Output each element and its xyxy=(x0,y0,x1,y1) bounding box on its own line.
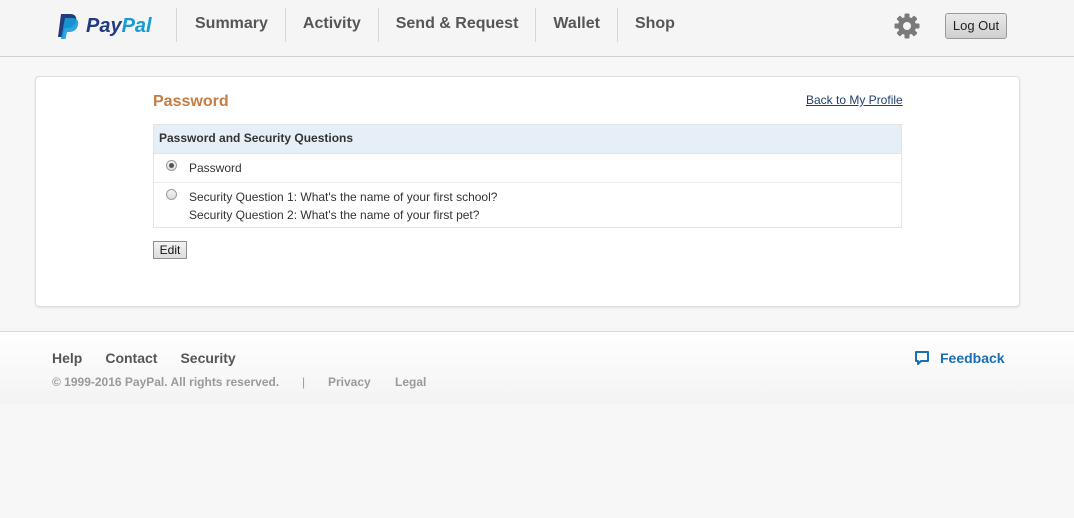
footer-security-link[interactable]: Security xyxy=(180,350,235,366)
feedback-label: Feedback xyxy=(940,350,1005,366)
footer-help-link[interactable]: Help xyxy=(52,350,82,366)
speech-bubble-icon xyxy=(915,351,929,365)
nav-summary[interactable]: Summary xyxy=(176,8,285,42)
logout-button[interactable]: Log Out xyxy=(945,13,1007,39)
nav-activity[interactable]: Activity xyxy=(284,8,378,42)
footer-privacy-link[interactable]: Privacy xyxy=(328,375,371,389)
password-radio[interactable] xyxy=(166,160,177,171)
gear-icon[interactable] xyxy=(893,12,921,40)
back-to-profile-link[interactable]: Back to My Profile xyxy=(806,93,903,107)
main-nav: Summary Activity Send & Request Wallet S… xyxy=(176,8,692,42)
footer-contact-link[interactable]: Contact xyxy=(105,350,157,366)
nav-wallet[interactable]: Wallet xyxy=(535,8,617,42)
option-password-label: Password xyxy=(189,161,242,175)
section-header: Password and Security Questions xyxy=(154,125,901,154)
feedback-button[interactable]: Feedback xyxy=(914,350,1005,366)
option-security-questions: Security Question 1: What's the name of … xyxy=(154,183,901,229)
footer-legal-link[interactable]: Legal xyxy=(395,375,426,389)
security-options-box: Password and Security Questions Password… xyxy=(153,124,902,228)
security-question-2-label: Security Question 2: What's the name of … xyxy=(189,208,480,222)
paypal-wordmark: PayPal xyxy=(86,14,152,37)
nav-shop[interactable]: Shop xyxy=(616,8,692,42)
security-questions-radio[interactable] xyxy=(166,189,177,200)
paypal-p-icon xyxy=(58,14,79,39)
footer-separator: | xyxy=(302,375,306,389)
edit-button[interactable]: Edit xyxy=(153,241,187,259)
top-header: PayPal Summary Activity Send & Request W… xyxy=(0,0,1074,57)
footer: Help Contact Security © 1999-2016 PayPal… xyxy=(0,331,1074,404)
footer-links: Help Contact Security xyxy=(52,350,259,366)
copyright-text: © 1999-2016 PayPal. All rights reserved. xyxy=(52,375,280,389)
paypal-logo[interactable]: PayPal xyxy=(56,12,152,40)
nav-send-request[interactable]: Send & Request xyxy=(377,8,536,42)
password-card: Password Back to My Profile Password and… xyxy=(35,76,1020,307)
option-password: Password xyxy=(154,154,901,183)
security-question-1-label: Security Question 1: What's the name of … xyxy=(189,190,498,204)
page-title: Password xyxy=(153,93,229,110)
